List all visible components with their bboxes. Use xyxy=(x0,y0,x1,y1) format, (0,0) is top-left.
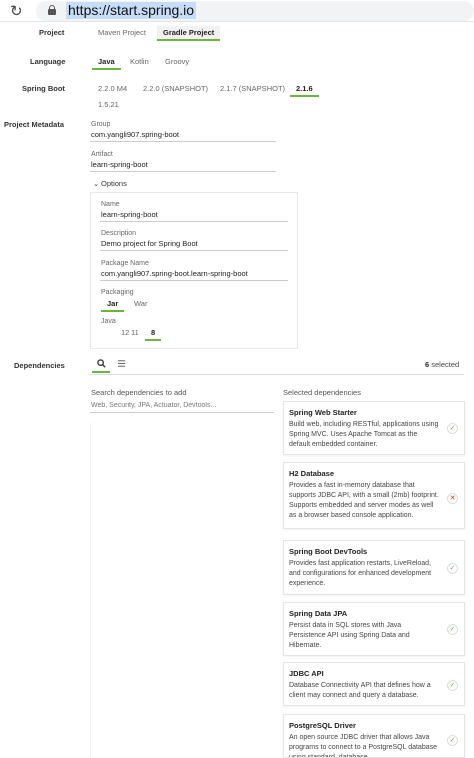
package-name-field-underline xyxy=(100,280,288,281)
dependency-card[interactable]: Spring Data JPA Persist data in SQL stor… xyxy=(283,602,465,656)
chevron-down-icon[interactable]: ⌄ xyxy=(93,179,99,188)
maven-project-option[interactable]: Maven Project xyxy=(92,26,152,39)
group-label: Group xyxy=(91,121,111,128)
description-field-underline xyxy=(100,250,288,251)
dependencies-label: Dependencies xyxy=(14,361,65,370)
check-icon[interactable]: ✓ xyxy=(447,423,458,434)
url-text[interactable]: https://start.spring.io xyxy=(66,2,197,19)
remove-icon[interactable]: ✕ xyxy=(447,493,458,504)
dependency-name: H2 Database xyxy=(289,469,335,478)
dependency-description: Provides fast application restarts, Live… xyxy=(289,560,432,587)
dependency-name: Spring Web Starter xyxy=(289,408,357,417)
dependency-name: JDBC API xyxy=(289,669,324,678)
search-dependencies-input[interactable] xyxy=(90,399,274,413)
java-version-option[interactable]: 11 xyxy=(127,326,143,339)
dependency-card[interactable]: Spring Boot DevTools Provides fast appli… xyxy=(283,540,465,595)
boot-version-option-selected[interactable]: 2.1.6 xyxy=(290,82,319,97)
project-metadata-label: Project Metadata xyxy=(4,120,65,129)
reload-icon[interactable]: ↻ xyxy=(10,2,23,20)
list-icon[interactable] xyxy=(112,359,130,373)
address-bar[interactable]: https://start.spring.io xyxy=(36,1,474,21)
check-icon[interactable]: ✓ xyxy=(447,735,458,746)
dependency-description: Database Connectivity API that defines h… xyxy=(289,682,431,699)
dependency-description: Provides a fast in-memory database that … xyxy=(289,482,439,519)
description-field[interactable]: Demo project for Spring Boot xyxy=(101,239,198,248)
search-icon[interactable] xyxy=(92,359,110,373)
browser-toolbar: ↻ https://start.spring.io xyxy=(0,0,474,22)
packaging-jar-option[interactable]: Jar xyxy=(101,297,125,312)
dependency-description: An open source JDBC driver that allows J… xyxy=(289,734,437,758)
spring-boot-label: Spring Boot xyxy=(22,84,65,93)
check-icon[interactable]: ✓ xyxy=(447,624,458,635)
boot-version-option[interactable]: 2.2.0 M4 xyxy=(92,82,133,95)
selected-dependencies-heading: Selected dependencies xyxy=(283,388,361,397)
lock-icon xyxy=(48,5,56,15)
column-divider xyxy=(90,423,91,758)
artifact-field-underline xyxy=(90,171,276,172)
kotlin-language-option[interactable]: Kotlin xyxy=(124,55,155,68)
dependency-description: Build web, including RESTful, applicatio… xyxy=(289,421,439,448)
check-icon[interactable]: ✓ xyxy=(447,563,458,574)
package-name-field[interactable]: com.yangli907.spring-boot.learn-spring-b… xyxy=(101,269,248,278)
package-name-label: Package Name xyxy=(101,260,149,267)
artifact-label: Artifact xyxy=(91,151,113,158)
artifact-field[interactable]: learn-spring-boot xyxy=(91,160,148,169)
dependency-name: Spring Boot DevTools xyxy=(289,547,368,556)
group-field[interactable]: com.yangli907.spring-boot xyxy=(91,130,179,139)
language-label: Language xyxy=(30,57,66,66)
dependency-card[interactable]: JDBC API Database Connectivity API that … xyxy=(283,662,465,706)
dependency-card[interactable]: PostgreSQL Driver An open source JDBC dr… xyxy=(283,714,465,758)
dependency-card[interactable]: H2 Database Provides a fast in-memory da… xyxy=(283,462,465,529)
name-label: Name xyxy=(101,201,120,208)
packaging-label: Packaging xyxy=(101,289,134,296)
java-language-option[interactable]: Java xyxy=(92,55,121,70)
java-version-option-selected[interactable]: 8 xyxy=(145,326,162,341)
dependency-description: Persist data in SQL stores with Java Per… xyxy=(289,622,410,649)
group-field-underline xyxy=(90,141,276,142)
description-label: Description xyxy=(101,230,137,237)
initializr-page: Project Maven Project Gradle Project Lan… xyxy=(0,22,474,758)
boot-version-option[interactable]: 2.2.0 (SNAPSHOT) xyxy=(137,82,214,95)
boot-version-option[interactable]: 1.5.21 xyxy=(92,98,125,111)
selected-count-suffix: selected xyxy=(431,360,460,369)
selected-count: 6 selected xyxy=(425,360,459,369)
selected-count-number: 6 xyxy=(425,360,430,369)
dependency-card[interactable]: Spring Web Starter Build web, including … xyxy=(283,401,465,455)
packaging-war-option[interactable]: War xyxy=(128,297,153,310)
check-icon[interactable]: ✓ xyxy=(447,680,458,691)
name-field[interactable]: learn-spring-boot xyxy=(101,210,158,219)
groovy-language-option[interactable]: Groovy xyxy=(159,55,195,68)
project-label: Project xyxy=(39,28,65,37)
name-field-underline xyxy=(100,221,288,222)
gradle-project-option[interactable]: Gradle Project xyxy=(157,26,221,41)
dependencies-divider xyxy=(90,374,464,375)
options-toggle[interactable]: Options xyxy=(101,179,127,188)
boot-version-option[interactable]: 2.1.7 (SNAPSHOT) xyxy=(214,82,291,95)
dependency-name: Spring Data JPA xyxy=(289,609,348,618)
search-dependencies-label: Search dependencies to add xyxy=(91,388,187,397)
java-version-label: Java xyxy=(101,318,116,325)
dependency-name: PostgreSQL Driver xyxy=(289,721,356,730)
